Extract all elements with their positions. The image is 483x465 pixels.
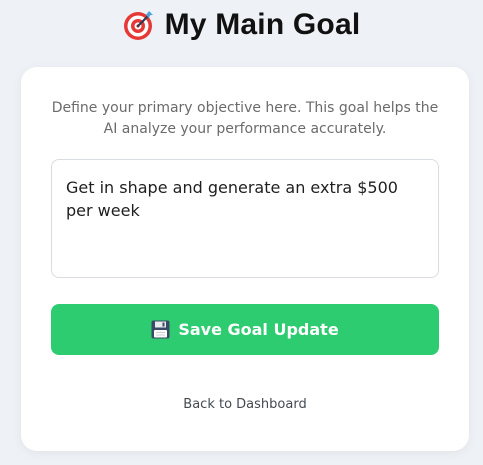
- page-header: My Main Goal: [0, 0, 483, 50]
- page-title: My Main Goal: [164, 8, 361, 41]
- target-icon: [123, 9, 155, 41]
- save-goal-button[interactable]: Save Goal Update: [51, 304, 439, 355]
- floppy-disk-icon: [151, 320, 170, 339]
- goal-input[interactable]: Get in shape and generate an extra $500 …: [51, 159, 439, 278]
- goal-card: Define your primary objective here. This…: [21, 67, 469, 451]
- save-goal-label: Save Goal Update: [178, 320, 339, 339]
- goal-description: Define your primary objective here. This…: [51, 100, 439, 137]
- back-to-dashboard-link[interactable]: Back to Dashboard: [21, 397, 469, 412]
